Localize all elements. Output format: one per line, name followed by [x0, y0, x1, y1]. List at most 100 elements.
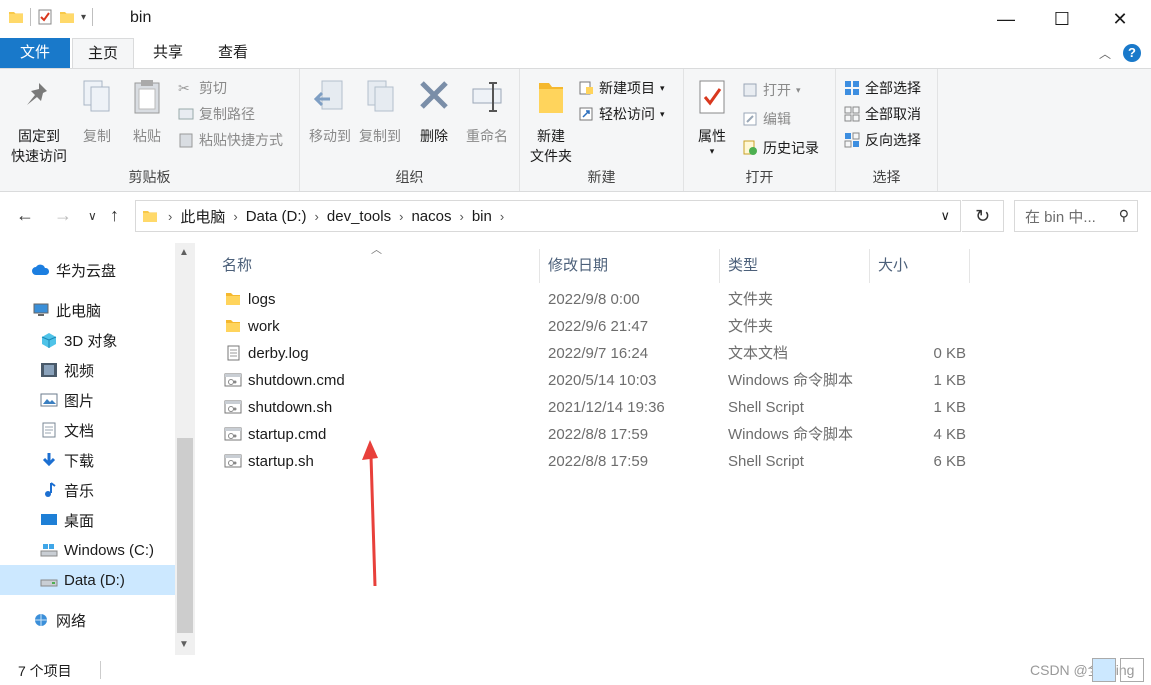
- properties-icon[interactable]: [37, 9, 53, 25]
- copy-button[interactable]: 复制: [76, 77, 118, 146]
- cube-icon: [41, 333, 57, 348]
- file-type: Windows 命令脚本: [728, 372, 854, 389]
- scrollbar-thumb[interactable]: [177, 438, 193, 633]
- chevron-right-icon[interactable]: ›: [168, 209, 172, 224]
- scroll-up-arrow-icon[interactable]: ▲: [179, 247, 189, 258]
- nav-item-windows-c[interactable]: Windows (C:): [0, 535, 175, 565]
- download-icon: [42, 453, 56, 467]
- properties-button[interactable]: 属性 ▾: [692, 77, 732, 156]
- qat-separator: [30, 8, 31, 26]
- new-item-button[interactable]: 新建项目 ▾: [578, 77, 665, 99]
- refresh-button[interactable]: ↻: [962, 200, 1004, 232]
- breadcrumb-this-pc[interactable]: 此电脑: [180, 206, 225, 227]
- chevron-down-icon: ▾: [709, 146, 715, 156]
- folder-icon: [539, 83, 563, 113]
- chevron-down-icon: ▾: [796, 84, 801, 95]
- up-arrow-icon[interactable]: ↑: [110, 205, 119, 226]
- history-button[interactable]: 历史记录: [742, 137, 819, 159]
- nav-item-this-pc[interactable]: 此电脑: [0, 295, 175, 325]
- tab-view[interactable]: 查看: [205, 38, 261, 68]
- recent-locations-chevron-icon[interactable]: ∨: [88, 209, 97, 223]
- nav-item-label: 文档: [64, 422, 95, 440]
- nav-item-3d-objects[interactable]: 3D 对象: [0, 325, 175, 355]
- nav-item-downloads[interactable]: 下载: [0, 445, 175, 475]
- maximize-button[interactable]: ☐: [1034, 0, 1090, 38]
- new-folder-button[interactable]: 新建 文件夹: [526, 77, 576, 166]
- column-header-name[interactable]: 名称: [216, 249, 540, 283]
- column-header-type[interactable]: 类型: [722, 249, 870, 283]
- delete-button[interactable]: 删除: [416, 77, 452, 146]
- chevron-right-icon[interactable]: ›: [315, 209, 319, 224]
- cut-button[interactable]: ✂ 剪切: [178, 77, 227, 99]
- nav-item-desktop[interactable]: 桌面: [0, 505, 175, 535]
- new-folder-icon[interactable]: [59, 9, 75, 25]
- invert-selection-button[interactable]: 反向选择: [844, 129, 921, 151]
- pin-to-quick-access-button[interactable]: 固定到 快速访问: [6, 77, 72, 166]
- nav-item-pictures[interactable]: 图片: [0, 385, 175, 415]
- file-name: derby.log: [248, 345, 309, 362]
- new-group: 新建 文件夹 新建项目 ▾ 轻松访问 ▾ 新建: [520, 69, 684, 191]
- nav-item-music[interactable]: 音乐: [0, 475, 175, 505]
- tab-home[interactable]: 主页: [72, 38, 134, 68]
- navigation-scrollbar[interactable]: ▲ ▼: [175, 243, 195, 655]
- nav-item-documents[interactable]: 文档: [0, 415, 175, 445]
- chevron-right-icon[interactable]: ›: [399, 209, 403, 224]
- breadcrumb-nacos[interactable]: nacos: [411, 208, 451, 225]
- help-icon[interactable]: ?: [1123, 44, 1141, 62]
- breadcrumb-data-drive[interactable]: Data (D:): [246, 208, 307, 225]
- chevron-up-icon[interactable]: ︿: [1099, 45, 1111, 62]
- file-row[interactable]: logs 2022/9/8 0:00 文件夹: [216, 286, 966, 313]
- minimize-button[interactable]: —: [978, 0, 1034, 38]
- chevron-right-icon[interactable]: ›: [500, 209, 504, 224]
- search-icon[interactable]: ⚲: [1119, 207, 1129, 224]
- copy-path-button[interactable]: 复制路径: [178, 103, 255, 125]
- network-icon: [35, 614, 47, 626]
- close-button[interactable]: ✕: [1092, 0, 1148, 38]
- breadcrumb-dev-tools[interactable]: dev_tools: [327, 208, 391, 225]
- back-arrow-icon[interactable]: ←: [16, 205, 34, 226]
- nav-item-data-d[interactable]: Data (D:): [0, 565, 175, 595]
- file-date: 2022/9/7 16:24: [548, 345, 649, 362]
- copy-to-button[interactable]: 复制到: [356, 77, 404, 146]
- search-input[interactable]: 在 bin 中... ⚲: [1014, 200, 1138, 232]
- paste-shortcut-button[interactable]: 粘贴快捷方式: [178, 129, 283, 151]
- edit-button[interactable]: 编辑: [742, 108, 791, 130]
- select-none-button[interactable]: 全部取消: [844, 103, 921, 125]
- open-button[interactable]: 打开 ▾: [742, 79, 801, 101]
- forward-arrow-icon[interactable]: →: [54, 205, 72, 226]
- script-file-icon: [224, 400, 242, 414]
- file-row[interactable]: work 2022/9/6 21:47 文件夹: [216, 313, 966, 340]
- easy-access-button[interactable]: 轻松访问 ▾: [578, 103, 665, 125]
- tab-share[interactable]: 共享: [140, 38, 196, 68]
- select-all-icon: [845, 81, 859, 95]
- file-row[interactable]: derby.log 2022/9/7 16:24 文本文档 0 KB: [216, 340, 966, 367]
- scroll-down-arrow-icon[interactable]: ▼: [179, 639, 189, 650]
- quick-access-toolbar: ▾: [8, 8, 94, 26]
- details-view-icon[interactable]: [1092, 658, 1116, 682]
- nav-item-label: Windows (C:): [64, 541, 155, 559]
- large-icons-view-icon[interactable]: [1120, 658, 1144, 682]
- paste-button[interactable]: 粘贴: [126, 77, 168, 146]
- column-header-size[interactable]: 大小: [872, 249, 970, 283]
- file-row[interactable]: shutdown.sh 2021/12/14 19:36 Shell Scrip…: [216, 394, 966, 421]
- nav-item-huawei-cloud[interactable]: 华为云盘: [0, 255, 175, 285]
- file-row[interactable]: shutdown.cmd 2020/5/14 10:03 Windows 命令脚…: [216, 367, 966, 394]
- address-history-chevron-icon[interactable]: ∨: [940, 208, 950, 224]
- nav-item-network[interactable]: 网络: [0, 605, 175, 635]
- file-type: Shell Script: [728, 399, 804, 416]
- select-all-button[interactable]: 全部选择: [844, 77, 921, 99]
- tab-file[interactable]: 文件: [0, 38, 70, 68]
- customize-qat-chevron-icon[interactable]: ▾: [81, 12, 86, 23]
- chevron-right-icon[interactable]: ›: [233, 209, 237, 224]
- nav-item-videos[interactable]: 视频: [0, 355, 175, 385]
- rename-button[interactable]: 重命名: [462, 77, 512, 146]
- chevron-right-icon[interactable]: ›: [459, 209, 463, 224]
- address-bar[interactable]: › 此电脑 › Data (D:) › dev_tools › nacos › …: [135, 200, 961, 232]
- column-header-date[interactable]: 修改日期: [542, 249, 720, 283]
- file-row[interactable]: startup.cmd 2022/8/8 17:59 Windows 命令脚本 …: [216, 421, 966, 448]
- copy-to-label: 复制到: [359, 128, 401, 144]
- breadcrumb-bin[interactable]: bin: [472, 208, 492, 225]
- file-row[interactable]: startup.sh 2022/8/8 17:59 Shell Script 6…: [216, 448, 966, 475]
- history-icon: [743, 140, 757, 155]
- move-to-button[interactable]: 移动到: [306, 77, 354, 146]
